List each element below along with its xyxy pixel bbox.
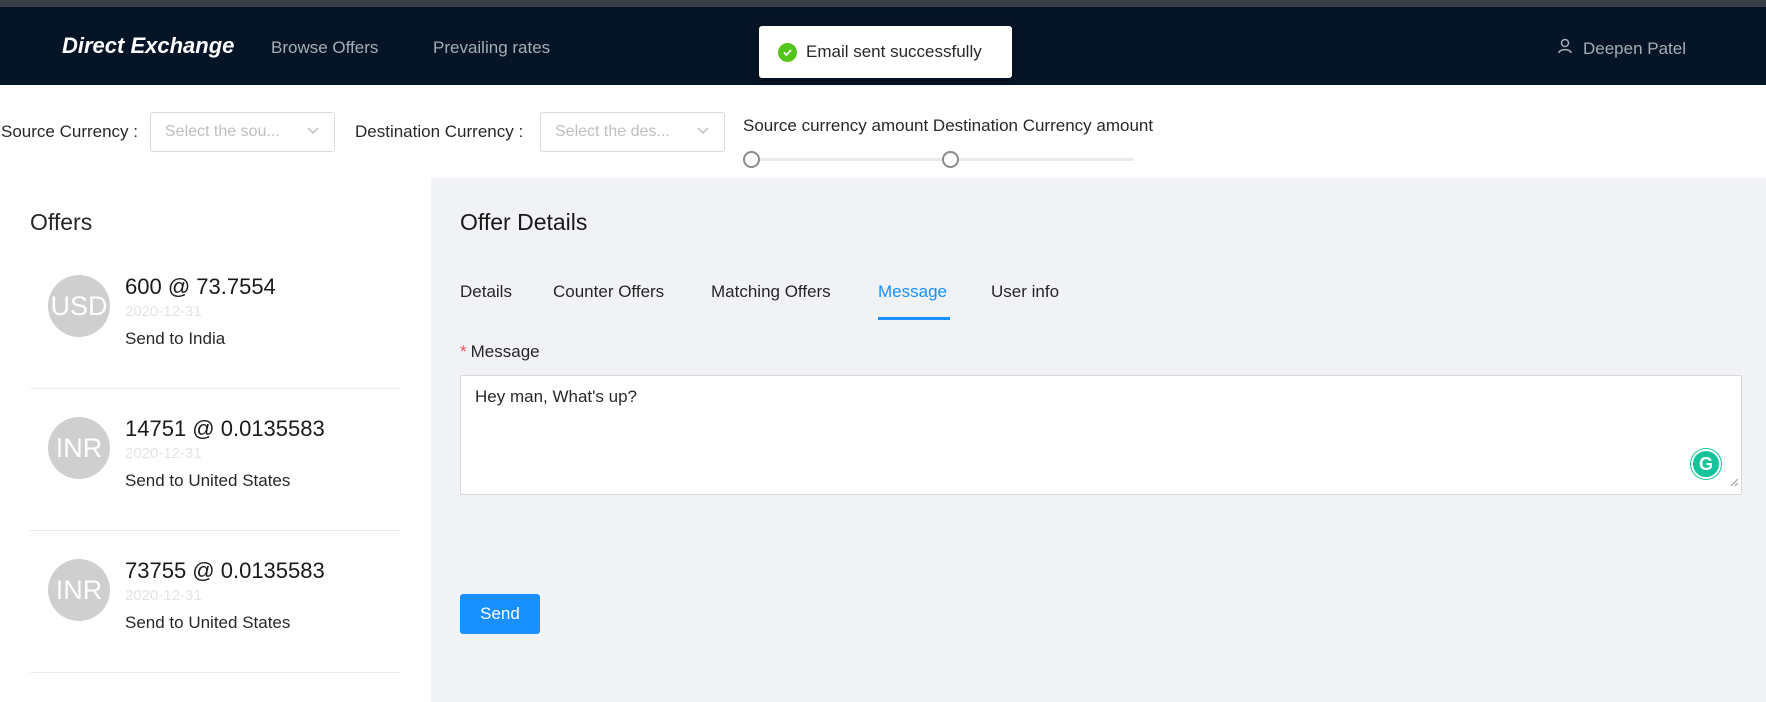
offers-panel: Offers USD 600 @ 73.7554 2020-12-31 Send… (0, 178, 431, 702)
offer-details-title: Offer Details (460, 209, 588, 235)
brand-logo[interactable]: Direct Exchange (62, 33, 234, 59)
nav-prevailing-rates[interactable]: Prevailing rates (433, 38, 550, 58)
destination-currency-select[interactable]: Select the des... (540, 112, 725, 152)
offer-title: 73755 @ 0.0135583 (125, 558, 325, 583)
send-button[interactable]: Send (460, 594, 540, 634)
user-name: Deepen Patel (1582, 38, 1686, 58)
success-toast: Email sent successfully (759, 26, 1012, 78)
amount-slider-labels: Source currency amount Destination Curre… (743, 116, 1154, 135)
offer-description: Send to United States (125, 613, 291, 632)
currency-avatar: USD (48, 275, 110, 337)
source-amount-slider-handle[interactable] (743, 151, 760, 168)
source-currency-label: Source Currency : (1, 122, 139, 141)
offer-title: 14751 @ 0.0135583 (125, 416, 325, 441)
offer-list-item[interactable]: USD 600 @ 73.7554 2020-12-31 Send to Ind… (30, 247, 400, 389)
message-text: Hey man, What's up? (475, 387, 637, 406)
offer-description: Send to United States (125, 471, 291, 490)
source-currency-placeholder: Select the sou... (165, 123, 280, 140)
offer-date: 2020-12-31 (125, 587, 202, 604)
tab-user-info[interactable]: User info (991, 282, 1059, 302)
required-asterisk: * (460, 342, 467, 361)
offer-description: Send to India (125, 329, 226, 348)
user-menu[interactable]: Deepen Patel (1557, 38, 1686, 59)
currency-avatar: INR (48, 417, 110, 479)
grammarly-icon[interactable]: G (1691, 449, 1721, 479)
offers-title: Offers (30, 209, 93, 235)
offer-title: 600 @ 73.7554 (125, 274, 276, 299)
destination-currency-placeholder: Select the des... (555, 123, 670, 140)
chevron-down-icon (696, 123, 710, 142)
chevron-down-icon (306, 123, 320, 142)
currency-avatar: INR (48, 559, 110, 621)
tab-details[interactable]: Details (460, 282, 512, 302)
source-currency-select[interactable]: Select the sou... (150, 112, 335, 152)
offer-list-item[interactable]: INR 14751 @ 0.0135583 2020-12-31 Send to… (30, 389, 400, 531)
tab-matching-offers[interactable]: Matching Offers (711, 282, 831, 302)
destination-amount-slider-handle[interactable] (942, 151, 959, 168)
filter-bar: Source Currency : Select the sou... Dest… (0, 85, 1766, 178)
message-label: * Message (460, 342, 540, 361)
offer-date: 2020-12-31 (125, 303, 202, 320)
destination-currency-label: Destination Currency : (355, 122, 524, 141)
tab-counter-offers[interactable]: Counter Offers (553, 282, 664, 302)
offer-list-item[interactable]: INR 73755 @ 0.0135583 2020-12-31 Send to… (30, 531, 400, 673)
user-icon (1557, 38, 1573, 59)
active-tab-indicator (878, 317, 950, 320)
offer-date: 2020-12-31 (125, 445, 202, 462)
nav-browse-offers[interactable]: Browse Offers (271, 38, 378, 58)
window-top-strip (0, 0, 1766, 7)
resize-handle-icon[interactable] (1730, 472, 1739, 492)
tab-message[interactable]: Message (878, 282, 947, 302)
offer-details-panel: Offer Details Details Counter Offers Mat… (431, 178, 1766, 702)
toast-message: Email sent successfully (806, 42, 982, 61)
message-textarea[interactable]: Hey man, What's up? G (460, 375, 1742, 495)
check-circle-icon (778, 42, 797, 62)
